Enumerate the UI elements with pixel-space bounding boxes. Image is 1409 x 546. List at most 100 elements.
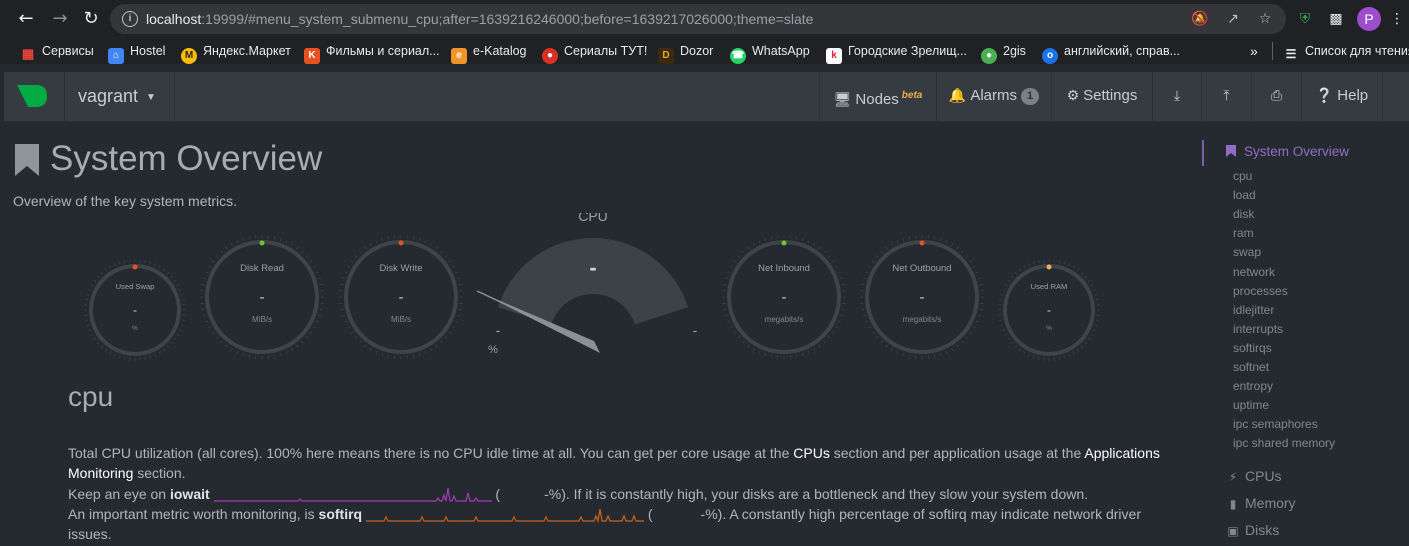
sidebar-item-ram[interactable]: ram [1233, 226, 1254, 240]
disk-read-value: - [260, 289, 265, 306]
sidebar-item-cpu[interactable]: cpu [1233, 169, 1252, 183]
bookmark-icon [15, 144, 39, 176]
gear-icon: ⚙ [1066, 88, 1080, 104]
net-outbound-unit: megabits/s [903, 315, 942, 324]
sidebar-item-cpus[interactable]: ⚡ CPUs [1226, 468, 1282, 484]
sidebar-item-network[interactable]: network [1233, 265, 1275, 279]
iowait-sparkline[interactable] [213, 485, 492, 503]
sidebar-item-memory[interactable]: ▮ Memory [1226, 495, 1296, 511]
bookmark-whatsapp[interactable]: ☎ WhatsApp [730, 42, 810, 64]
print-button[interactable]: ⎙ [1252, 72, 1301, 122]
city-events-icon: k [826, 48, 842, 64]
net-inbound-status-dot [781, 240, 787, 246]
disk-read-title: Disk Read [240, 263, 284, 274]
bookmark-yandex-market[interactable]: M Яндекс.Маркет [181, 42, 291, 64]
sidebar-item-ipc-semaphores[interactable]: ipc semaphores [1233, 417, 1318, 431]
navbar-divider [64, 72, 65, 122]
sidebar-item-softirqs[interactable]: softirqs [1233, 341, 1272, 355]
upload-icon: ⤒ [1223, 88, 1230, 104]
bookmark-2gis[interactable]: ● 2gis [981, 42, 1026, 64]
gauges-row: Used Swap -% Disk Read - MiB/s Disk Write - MiB… [84, 213, 1100, 361]
sidebar-item-entropy[interactable]: entropy [1233, 379, 1273, 393]
print-icon: ⎙ [1270, 88, 1283, 104]
whatsapp-icon: ☎ [730, 48, 746, 64]
bookmark-star-icon[interactable]: ☆ [1256, 10, 1274, 28]
serials-icon: ● [542, 48, 558, 64]
settings-button[interactable]: ⚙ Settings [1052, 72, 1152, 122]
site-info-icon[interactable]: i [122, 11, 138, 27]
bookmark-services[interactable]: ▦ Сервисы [20, 42, 94, 61]
used-swap-unit: % [132, 325, 138, 332]
sidebar-menu: System Overview cpu load disk ram swap networ… [1200, 140, 1409, 546]
cpu-gauge-max: - [693, 322, 698, 338]
main-content: System Overview Overview of the key syst… [4, 123, 1200, 546]
used-ram-unit: % [1046, 325, 1052, 332]
cpu-description: Total CPU utilization (all cores). 100% … [68, 445, 1160, 481]
host-dropdown[interactable]: vagrant ▼ [68, 72, 174, 122]
disk-write-status-dot [398, 240, 404, 246]
sidebar-item-softnet[interactable]: softnet [1233, 360, 1269, 374]
shield-extension-icon[interactable]: ⛨ [1294, 8, 1316, 30]
sidebar-item-processes[interactable]: processes [1233, 284, 1288, 298]
menu-dots-icon[interactable]: ⋮ [1386, 8, 1408, 30]
reading-list-icon: ☰ [1285, 47, 1297, 61]
page-subtitle: Overview of the key system metrics. [13, 193, 238, 209]
bookmark-hostel[interactable]: ⌂ Hostel [108, 42, 165, 64]
dictionary-icon: o [1042, 48, 1058, 64]
cpu-gauge-value: - [589, 255, 596, 280]
net-inbound-unit: megabits/s [765, 315, 804, 324]
softirq-sparkline[interactable] [365, 505, 644, 523]
download-icon: ⤓ [1173, 88, 1181, 104]
alarms-button[interactable]: 🔔 Alarms 1 [937, 72, 1051, 122]
net-outbound-value: - [920, 289, 925, 306]
disk-write-title: Disk Write [379, 263, 422, 274]
sidebar-item-idlejitter[interactable]: idlejitter [1233, 303, 1274, 317]
back-arrow-icon[interactable]: ← [14, 7, 38, 31]
monitor-icon: 🖥 [833, 92, 852, 108]
ekatalog-icon: e [451, 48, 467, 64]
sidebar-item-system-overview[interactable]: System Overview [1226, 144, 1349, 159]
sidebar-item-disk[interactable]: disk [1233, 207, 1254, 221]
sidebar-item-ipc-shared-memory[interactable]: ipc shared memory [1233, 436, 1335, 450]
used-ram-value: - [1047, 303, 1051, 317]
cpus-link[interactable]: CPUs [793, 445, 830, 461]
sidebar-item-interrupts[interactable]: interrupts [1233, 322, 1283, 336]
bookmark-city-events[interactable]: k Городские Зрелищ... [826, 42, 967, 64]
reading-list-button[interactable]: ☰ Список для чтения [1283, 42, 1409, 61]
extensions-puzzle-icon[interactable]: ▩ [1325, 8, 1347, 30]
sidebar-item-disks[interactable]: ▣ Disks [1226, 522, 1279, 538]
bookmark-serials[interactable]: ● Сериалы ТУТ! [542, 42, 647, 64]
sidebar-item-uptime[interactable]: uptime [1233, 398, 1269, 412]
share-icon[interactable]: ↗ [1224, 10, 1242, 28]
bookmark-icon [1226, 145, 1236, 157]
help-button[interactable]: ❔ Help [1302, 72, 1382, 122]
sidebar-item-swap[interactable]: swap [1233, 245, 1261, 259]
bookmark-english[interactable]: o английский, справ... [1042, 42, 1180, 64]
reload-icon[interactable]: ↻ [79, 7, 103, 31]
bolt-icon: ⚡ [1228, 470, 1238, 484]
net-inbound-title: Net Inbound [758, 263, 810, 274]
bookmark-ekatalog[interactable]: e e-Katalog [451, 42, 527, 64]
sidebar-item-load[interactable]: load [1233, 188, 1256, 202]
cpu-gauge-arc[interactable] [497, 238, 689, 325]
net-outbound-status-dot [919, 240, 925, 246]
url-text[interactable]: localhost:19999/#menu_system_submenu_cpu… [146, 11, 813, 27]
address-bar[interactable]: i localhost:19999/#menu_system_submenu_c… [110, 4, 1286, 34]
disk-read-unit: MiB/s [252, 315, 272, 324]
download-button[interactable]: ⤓ [1153, 72, 1201, 122]
used-swap-status-dot [132, 264, 138, 270]
spark-iowait-line [213, 487, 492, 502]
upload-button[interactable]: ⤒ [1202, 72, 1251, 122]
nodes-button[interactable]: 🖥 Nodes beta [820, 72, 936, 122]
notifications-blocked-icon[interactable]: 🔕 [1191, 10, 1209, 28]
sidebar-active-indicator [1202, 140, 1204, 166]
softirq-description: An important metric worth monitoring, is… [68, 505, 1141, 542]
bookmark-films[interactable]: K Фильмы и сериал... [304, 42, 440, 64]
profile-avatar[interactable]: P [1357, 7, 1381, 31]
bookmark-dozor[interactable]: D Dozor [658, 42, 713, 64]
forward-arrow-icon[interactable]: → [48, 7, 72, 31]
used-swap-value: - [133, 303, 137, 317]
bookmarks-overflow-button[interactable]: » [1250, 42, 1258, 60]
netdata-logo[interactable] [16, 84, 48, 108]
navbar-divider [1382, 72, 1383, 122]
